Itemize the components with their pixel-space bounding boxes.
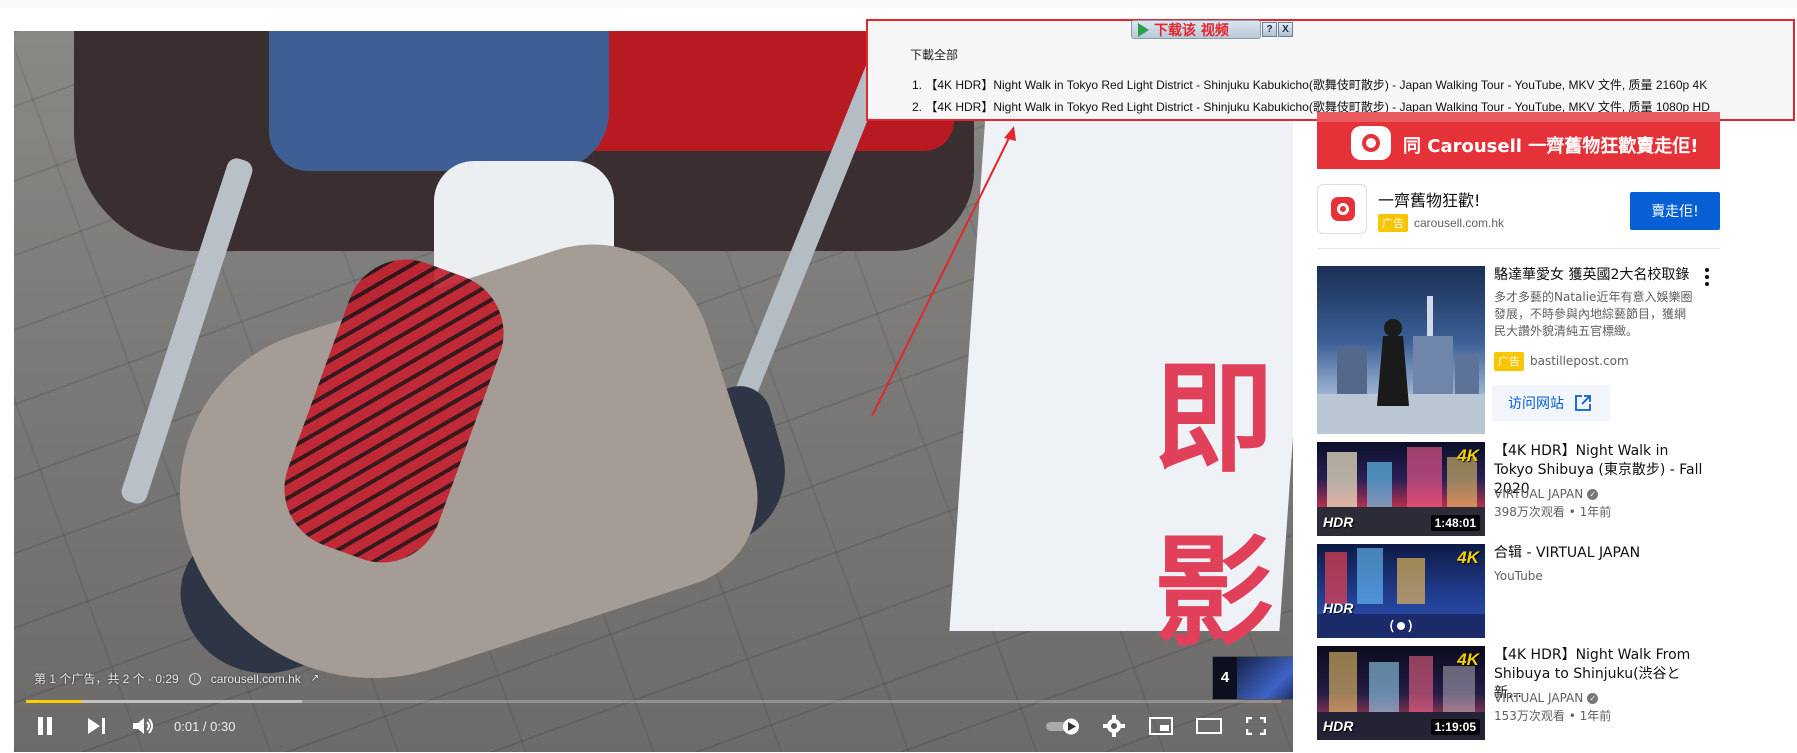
- badge-4k: 4K: [1457, 548, 1479, 567]
- visit-site-label: 访问网站: [1508, 396, 1564, 412]
- fullscreen-button[interactable]: [1244, 713, 1268, 739]
- verified-icon: ✓: [1587, 489, 1599, 500]
- endscreen-thumbnail[interactable]: 4: [1212, 656, 1293, 700]
- banner-text: 同 Carousell 一齊舊物狂歡賣走佢!: [1403, 136, 1699, 157]
- sponsored-ad-card[interactable]: 一齊舊物狂歡! 广告 carousell.com.hk 賣走佢!: [1317, 180, 1720, 250]
- external-link-icon[interactable]: ↗: [311, 673, 319, 684]
- help-button[interactable]: ?: [1262, 22, 1277, 37]
- info-icon[interactable]: i: [188, 672, 201, 685]
- download-item[interactable]: 1. 【4K HDR】Night Walk in Tokyo Red Light…: [912, 76, 1782, 93]
- verified-icon: ✓: [1587, 693, 1599, 704]
- external-link-icon: [1575, 395, 1591, 411]
- badge-hdr: HDR: [1323, 514, 1354, 530]
- mix-channel[interactable]: YouTube: [1494, 568, 1543, 585]
- pause-icon: [38, 717, 52, 735]
- time-display: 0:01 / 0:30: [174, 719, 235, 734]
- banner-top-strip: [1317, 112, 1720, 122]
- close-button[interactable]: X: [1278, 22, 1293, 37]
- promo-meta: 广告 bastillepost.com: [1494, 352, 1629, 371]
- time-total: 0:30: [210, 719, 236, 734]
- video-thumbnail[interactable]: 4K HDR 1:48:01: [1317, 442, 1485, 536]
- fullscreen-icon: [1246, 717, 1266, 735]
- ad-info-bar: 第 1 个广告，共 2 个 · 0:29 i carousell.com.hk …: [34, 670, 319, 687]
- download-video-label: 下载该 视频: [1154, 22, 1229, 39]
- video-player[interactable]: 即影 4 第 1 个广告，共 2 个 · 0:29 i carousell.co…: [14, 31, 1293, 752]
- time-separator: /: [199, 719, 211, 734]
- ad-badge: 广告: [1494, 352, 1524, 371]
- ad-meta: 广告 carousell.com.hk: [1378, 214, 1504, 232]
- video-frame-jeans: [269, 31, 609, 171]
- next-button[interactable]: [86, 713, 108, 739]
- video-frame-poster-text: 即影: [1154, 350, 1274, 663]
- download-video-tab[interactable]: 下载该 视频: [1131, 20, 1261, 39]
- ad-counter: 第 1 个广告，共 2 个 · 0:29: [34, 672, 179, 686]
- endscreen-count: 4: [1213, 657, 1237, 699]
- settings-button[interactable]: [1102, 713, 1126, 739]
- download-all-link[interactable]: 下載全部: [910, 46, 958, 63]
- mix-title[interactable]: 合辑 - VIRTUAL JAPAN: [1494, 544, 1704, 563]
- channel-name: VIRTUAL JAPAN: [1494, 691, 1584, 705]
- endscreen-thumbnail-image: [1237, 657, 1293, 699]
- badge-hdr: HDR: [1323, 718, 1354, 734]
- volume-icon: [133, 718, 153, 734]
- progress-fill: [26, 700, 83, 703]
- badge-4k: 4K: [1457, 650, 1479, 669]
- miniplayer-icon: [1149, 717, 1173, 735]
- channel-name: VIRTUAL JAPAN: [1494, 487, 1584, 501]
- promo-thumbnail[interactable]: [1317, 266, 1485, 434]
- next-item-partial: [1317, 747, 1720, 753]
- promo-thumbnail-image: [1317, 296, 1485, 434]
- video-channel[interactable]: VIRTUAL JAPAN ✓: [1494, 690, 1599, 707]
- autoplay-icon: [1046, 718, 1079, 735]
- promo-description: 多才多藝的Natalie近年有意入娛樂圈發展，不時參與內地綜藝節目，獲網民大讚外…: [1494, 290, 1693, 338]
- progress-bar[interactable]: [26, 700, 1281, 703]
- autoplay-toggle[interactable]: [1046, 713, 1082, 739]
- carousell-app-icon: [1317, 184, 1367, 234]
- theater-icon: [1196, 718, 1222, 734]
- mix-thumbnail[interactable]: 4K HDR: [1317, 544, 1485, 638]
- promo-domain: bastillepost.com: [1530, 354, 1629, 368]
- ad-title: 一齊舊物狂歡!: [1378, 191, 1481, 210]
- time-current: 0:01: [174, 719, 200, 734]
- video-stats: 398万次观看 • 1年前: [1494, 505, 1612, 519]
- carousell-logo-icon: [1351, 126, 1391, 160]
- badge-4k: 4K: [1457, 446, 1479, 465]
- video-thumbnail[interactable]: 4K HDR 1:19:05: [1317, 646, 1485, 740]
- gear-icon: [1103, 715, 1125, 737]
- miniplayer-button[interactable]: [1148, 713, 1174, 739]
- visit-site-button[interactable]: 访问网站: [1492, 385, 1610, 421]
- theater-mode-button[interactable]: [1196, 713, 1222, 739]
- video-stats: 153万次观看 • 1年前: [1494, 709, 1612, 723]
- skip-next-icon: [88, 718, 105, 734]
- divider: [1317, 248, 1720, 249]
- video-duration: 1:19:05: [1430, 719, 1480, 735]
- ad-domain-link[interactable]: carousell.com.hk: [211, 672, 301, 686]
- ad-cta-button[interactable]: 賣走佢!: [1630, 192, 1720, 230]
- volume-button[interactable]: [132, 713, 156, 739]
- top-strip: [0, 0, 1797, 8]
- video-duration: 1:48:01: [1430, 515, 1480, 531]
- player-controls: 0:01 / 0:30: [14, 705, 1293, 747]
- pause-button[interactable]: [34, 713, 56, 739]
- promo-title[interactable]: 駱達華愛女 獲英國2大名校取錄: [1494, 266, 1694, 285]
- carousell-banner-ad[interactable]: 同 Carousell 一齊舊物狂歡賣走佢!: [1317, 112, 1720, 169]
- more-actions-icon[interactable]: [1705, 268, 1709, 289]
- badge-hdr: HDR: [1323, 600, 1354, 616]
- ad-badge: 广告: [1378, 214, 1408, 232]
- video-channel[interactable]: VIRTUAL JAPAN ✓: [1494, 486, 1599, 503]
- play-icon: [1138, 22, 1149, 37]
- ad-domain: carousell.com.hk: [1414, 216, 1505, 230]
